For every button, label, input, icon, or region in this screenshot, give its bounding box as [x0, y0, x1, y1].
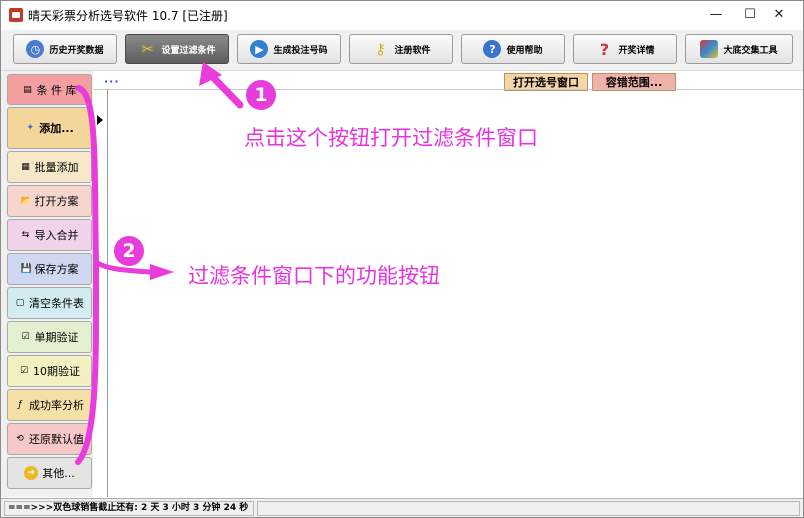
countdown-status: ===>>>双色球销售截止还有: 2 天 3 小时 3 分钟 24 秒 — [4, 501, 254, 516]
library-icon: ▤ — [23, 84, 32, 95]
window-title: 晴天彩票分析选号软件 10.7 [已注册] — [28, 9, 228, 23]
folder-icon: 📂 — [20, 196, 32, 206]
history-icon: ◷ — [26, 40, 45, 58]
condition-library-label: 条 件 库 — [36, 83, 77, 97]
generate-numbers-button[interactable]: ▶ 生成投注号码 — [237, 34, 341, 64]
function-icon: ƒ — [18, 400, 22, 410]
clear-table-label: 清空条件表 — [29, 297, 84, 310]
add-condition-button[interactable]: ✦ 添加... — [7, 107, 92, 149]
arrow-right-icon: ➜ — [24, 466, 39, 480]
batch-add-button[interactable]: ▦ 批量添加 — [7, 151, 92, 183]
save-icon: 💾 — [20, 264, 32, 274]
help-button[interactable]: ? 使用帮助 — [461, 34, 565, 64]
current-row-icon — [97, 115, 103, 125]
step-1-badge: 1 — [246, 80, 276, 110]
clear-icon: ▢ — [15, 298, 25, 308]
close-button[interactable]: ✕ — [756, 1, 802, 29]
check-multi-icon: ☑ — [19, 366, 29, 376]
other-button[interactable]: ➜ 其他... — [7, 457, 92, 489]
restore-icon: ⟲ — [16, 434, 24, 444]
register-button[interactable]: ⚷ 注册软件 — [349, 34, 453, 64]
step-2-badge: 2 — [114, 236, 144, 266]
intersection-tool-button[interactable]: 大底交集工具 — [685, 34, 793, 64]
step-1-text: 点击这个按钮打开过滤条件窗口 — [244, 126, 538, 150]
other-label: 其他... — [42, 467, 75, 480]
open-scheme-button[interactable]: 📂 打开方案 — [7, 185, 92, 217]
success-rate-label: 成功率分析 — [29, 399, 84, 412]
ten-verify-label: 10期验证 — [33, 365, 80, 378]
help-label: 使用帮助 — [506, 45, 543, 56]
restore-default-button[interactable]: ⟲ 还原默认值 — [7, 423, 92, 455]
help-icon: ? — [483, 40, 502, 58]
main-toolbar: ◷ 历史开奖数据 ✂ 设置过滤条件 ▶ 生成投注号码 ⚷ 注册软件 ? 使用帮助… — [1, 30, 803, 71]
set-filter-button[interactable]: ✂ 设置过滤条件 — [125, 34, 229, 64]
set-filter-label: 设置过滤条件 — [161, 45, 216, 56]
import-merge-button[interactable]: ⇆ 导入合并 — [7, 219, 92, 251]
step-2-text: 过滤条件窗口下的功能按钮 — [188, 264, 440, 288]
column-header-dots: ··· — [104, 75, 120, 88]
clear-table-button[interactable]: ▢ 清空条件表 — [7, 287, 92, 319]
add-icon: ✦ — [26, 123, 34, 133]
draw-details-button[interactable]: ? 开奖详情 — [573, 34, 677, 64]
single-verify-label: 单期验证 — [34, 331, 79, 344]
ten-verify-button[interactable]: ☑ 10期验证 — [7, 355, 92, 387]
import-merge-label: 导入合并 — [34, 229, 79, 242]
header-divider — [94, 89, 803, 90]
intersection-tool-label: 大底交集工具 — [723, 45, 778, 56]
history-data-button[interactable]: ◷ 历史开奖数据 — [13, 34, 117, 64]
app-icon — [9, 8, 23, 22]
restore-default-label: 还原默认值 — [29, 433, 84, 446]
success-rate-button[interactable]: ƒ 成功率分析 — [7, 389, 92, 421]
draw-details-label: 开奖详情 — [618, 45, 655, 56]
open-scheme-label: 打开方案 — [34, 195, 79, 208]
add-condition-label: 添加... — [39, 122, 74, 135]
generate-numbers-label: 生成投注号码 — [273, 45, 328, 56]
tools-icon: ✂ — [141, 40, 154, 58]
key-icon: ⚷ — [374, 40, 386, 58]
status-panel-empty — [257, 501, 800, 516]
save-scheme-label: 保存方案 — [34, 263, 79, 276]
status-bar: ===>>>双色球销售截止还有: 2 天 3 小时 3 分钟 24 秒 — [1, 498, 803, 517]
single-verify-button[interactable]: ☑ 单期验证 — [7, 321, 92, 353]
row-header-divider — [107, 89, 108, 497]
question-icon: ? — [599, 39, 610, 59]
play-icon: ▶ — [250, 40, 269, 58]
batch-add-label: 批量添加 — [34, 161, 79, 174]
check-icon: ☑ — [21, 332, 30, 342]
save-scheme-button[interactable]: 💾 保存方案 — [7, 253, 92, 285]
filter-sidebar: ▤ 条 件 库 ✦ 添加... ▦ 批量添加 📂 打开方案 ⇆ 导入合并 💾 保… — [1, 71, 93, 497]
title-bar: 晴天彩票分析选号软件 10.7 [已注册] — ☐ ✕ — [1, 1, 803, 29]
condition-library-button[interactable]: ▤ 条 件 库 — [7, 74, 92, 105]
history-data-label: 历史开奖数据 — [49, 45, 104, 56]
grid-icon: ▦ — [21, 162, 30, 172]
cubes-icon — [700, 40, 719, 58]
import-icon: ⇆ — [21, 230, 30, 240]
register-label: 注册软件 — [394, 45, 431, 56]
